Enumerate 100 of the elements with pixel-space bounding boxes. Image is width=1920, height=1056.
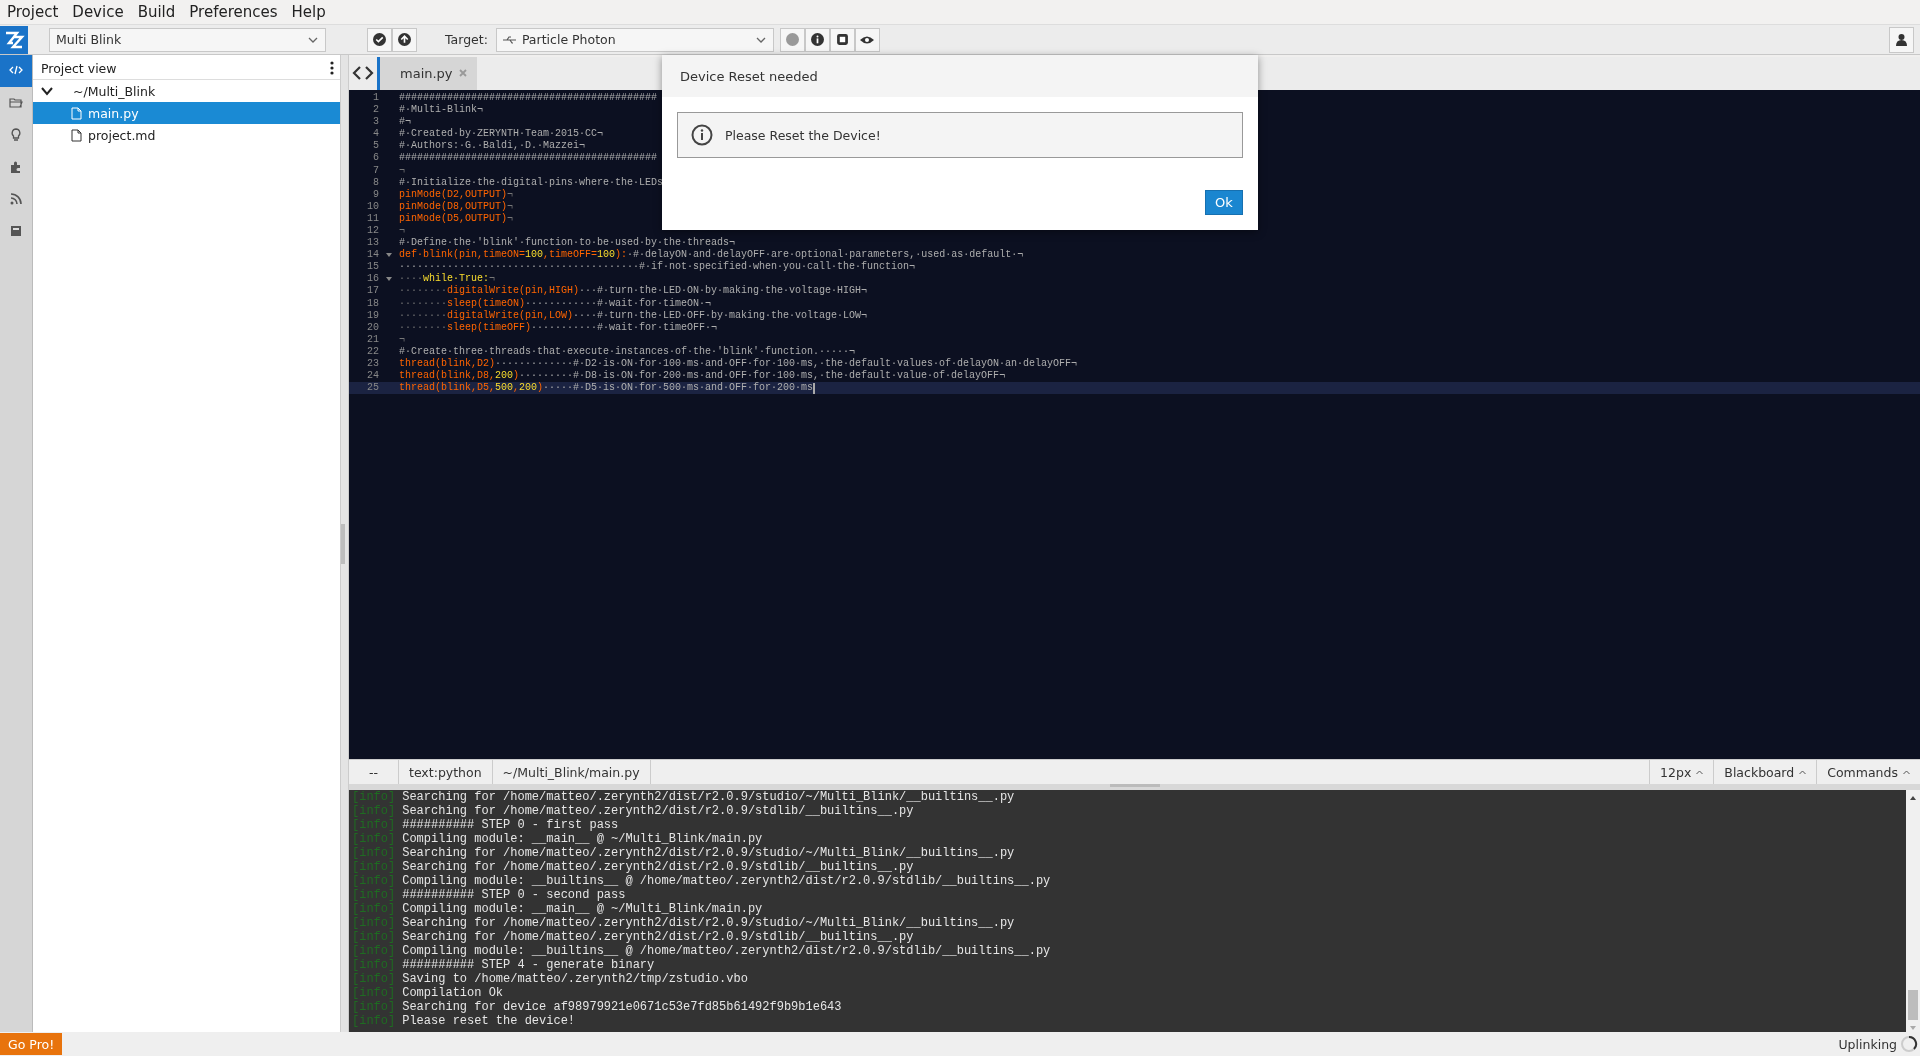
log-tag: [info] [352, 958, 396, 973]
scroll-up-icon[interactable] [1909, 794, 1917, 803]
fold-icon[interactable] [386, 253, 392, 258]
code-line: #·Authors:·G.·Baldi,·D.·Mazzei¬ [399, 140, 586, 153]
log-tag: [info] [352, 944, 396, 959]
log-line: Saving to /home/matteo/.zerynth2/tmp/zstudio.vbo [402, 972, 748, 987]
code-line: ········digitalWrite(pin,HIGH)···#·turn·the·LED·ON·by·making·the·voltage·HIGH¬ [399, 285, 868, 298]
log-tag: [info] [352, 972, 396, 987]
panel-title: Project view [41, 60, 117, 76]
log-line: Compiling module: __main__ @ ~/Multi_Blink/main.py [402, 832, 763, 847]
usb-icon [502, 35, 517, 44]
fold-icon[interactable] [386, 277, 392, 282]
log-tag: [info] [352, 930, 396, 945]
app-logo [0, 25, 28, 54]
log-tag: [info] [352, 1014, 396, 1029]
log-tag: [info] [352, 902, 396, 917]
log-tag: [info] [352, 860, 396, 875]
project-dropdown[interactable]: Multi Blink [49, 27, 326, 52]
ok-button[interactable]: Ok [1205, 190, 1243, 215]
log-tag: [info] [352, 804, 396, 819]
code-line: ¬ [399, 333, 405, 346]
log-line: ########## STEP 0 - second pass [402, 888, 626, 903]
file-tab[interactable]: main.py [380, 57, 477, 90]
scrollbar[interactable] [1906, 790, 1920, 1032]
code-line: ########################################### [399, 152, 658, 165]
activity-label: Uplinking [1838, 1036, 1897, 1052]
line-number: 11 [366, 212, 379, 225]
menu-item[interactable]: Preferences [182, 3, 285, 21]
log-line: Searching for /home/matteo/.zerynth2/dist/r2.0.9/stdlib/__builtins__.py [402, 804, 914, 819]
code-line: ····while·True:¬ [399, 273, 496, 285]
code-line: pinMode(D8,OUTPUT)¬ [399, 200, 514, 213]
spinner-icon [1900, 1035, 1918, 1053]
log-tag: [info] [352, 874, 396, 889]
code-line: thread(blink,D5,500,200)·····#·D5·is·ON·for·500·ms·and·OFF·for·200·ms [399, 382, 814, 395]
sidebar-button[interactable] [0, 55, 32, 87]
log-line: Searching for /home/matteo/.zerynth2/dist/r2.0.9/stdlib/__builtins__.py [402, 930, 914, 945]
code-line: ········································#·if·not·specified·when·you·call·the·function¬ [399, 261, 916, 273]
line-number: 2 [372, 104, 379, 117]
line-number: 5 [372, 140, 379, 153]
code-line: ········digitalWrite(pin,LOW)····#·turn·the·LED·OFF·by·making·the·voltage·LOW¬ [399, 309, 868, 322]
log-line: Please reset the device! [402, 1014, 576, 1029]
code-icon[interactable] [352, 66, 374, 81]
dialog-title: Device Reset needed [662, 55, 1258, 97]
line-number: 13 [366, 237, 379, 250]
log-line: ########## STEP 4 - generate binary [402, 958, 655, 973]
line-number: 17 [366, 285, 379, 298]
log-tag: [info] [352, 790, 396, 805]
tree-item[interactable]: project.md [33, 124, 340, 146]
log-line: Searching for /home/matteo/.zerynth2/dist/r2.0.9/studio/~/Multi_Blink/__builtins__.py [402, 790, 1015, 805]
code-editor[interactable] [349, 89, 1920, 760]
log-tag: [info] [352, 832, 396, 847]
info-icon [810, 33, 824, 46]
code-line: thread(blink,D8,200)·········#·D8·is·ON·for·200·ms·and·OFF·for·100·ms,·the·default·value·of·delayOFF¬ [399, 370, 1006, 382]
eye-icon [860, 34, 875, 45]
account-button[interactable] [1889, 26, 1914, 53]
tree-item[interactable]: ~/Multi_Blink [33, 80, 340, 102]
code-line: ········sleep(timeOFF)···········#·wait·for·timeOFF·¬ [399, 321, 718, 334]
log-line: Searching for /home/matteo/.zerynth2/dist/r2.0.9/studio/~/Multi_Blink/__builtins__.py [402, 916, 1015, 931]
caret-icon [1696, 769, 1704, 775]
code-line: ¬ [399, 225, 405, 237]
log-line: Compiling module: __builtins__ @ /home/matteo/.zerynth2/dist/r2.0.9/stdlib/__builtins__.py [402, 944, 1051, 959]
menu-item[interactable]: Build [130, 3, 183, 21]
code-line: ········sleep(timeON)············#·wait·for·timeON·¬ [399, 297, 712, 310]
line-number: 23 [366, 358, 379, 371]
line-number: 16 [366, 273, 379, 286]
upload-button[interactable] [392, 27, 417, 52]
kebab-menu-icon[interactable] [330, 61, 334, 75]
log-tag: [info] [352, 1000, 396, 1015]
line-number: 14 [366, 249, 379, 262]
log-tag: [info] [352, 916, 396, 931]
eye-button[interactable] [854, 27, 880, 52]
scrollbar-thumb[interactable] [1908, 990, 1918, 1020]
feed-icon [8, 191, 24, 207]
line-number: 1 [372, 91, 379, 105]
log-line: ########## STEP 0 - first pass [402, 818, 619, 833]
line-number: 4 [372, 128, 379, 141]
line-number: 20 [366, 321, 379, 334]
tree-item[interactable]: main.py [33, 102, 340, 124]
code-line: pinMode(D5,OUTPUT)¬ [399, 212, 514, 225]
line-number: 24 [366, 370, 379, 383]
line-number: 8 [372, 176, 379, 189]
verify-button[interactable] [367, 27, 392, 52]
code-line: pinMode(D2,OUTPUT)¬ [399, 188, 514, 201]
line-number: 22 [366, 345, 379, 359]
menu-item[interactable]: Device [65, 3, 131, 21]
chip-button[interactable] [829, 27, 855, 52]
line-number: 9 [372, 188, 379, 201]
target-dropdown[interactable]: Particle Photon [495, 27, 774, 52]
menu-item[interactable]: Project [0, 3, 66, 21]
menu-item[interactable]: Help [284, 3, 333, 21]
code-line: #·Initialize·the·digital·pins·where·the·LEDs [399, 176, 664, 189]
check-icon [373, 33, 386, 46]
log-tag: [info] [352, 818, 396, 833]
file-icon [71, 128, 82, 142]
info-button[interactable] [804, 27, 830, 52]
code-line: thread(blink,D2)·············#·D2·is·ON·for·100·ms·and·OFF·for·100·ms,·the·default·values·of·delayON·an·delayOFF¬ [399, 358, 1078, 370]
code-line: #¬ [399, 116, 411, 128]
log-line: Compiling module: __builtins__ @ /home/matteo/.zerynth2/dist/r2.0.9/stdlib/__builtins__.py [402, 874, 1051, 889]
line-number: 15 [366, 261, 379, 274]
code-line: #·Multi-Blink¬ [399, 104, 483, 117]
